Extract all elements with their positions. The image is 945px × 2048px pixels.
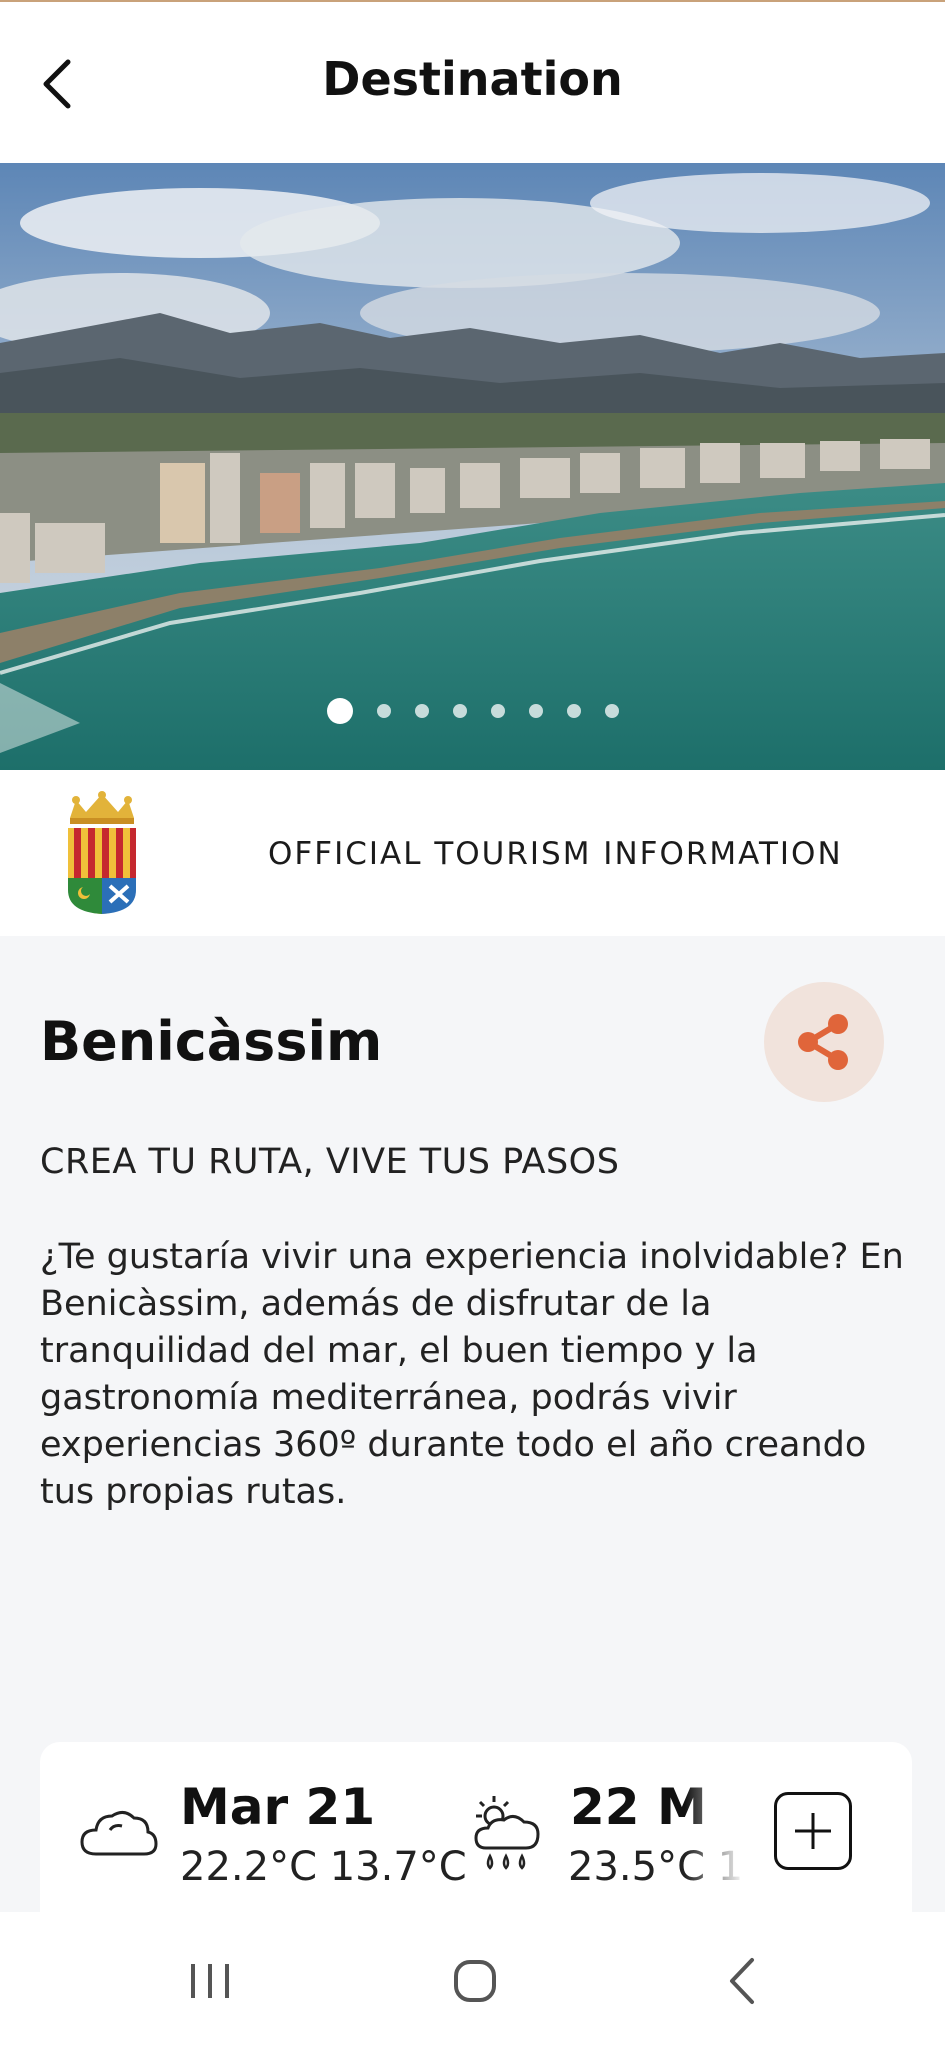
carousel-dot[interactable] — [414, 704, 429, 718]
weather-day-temps: 22.2°C 13.7°C — [180, 1844, 467, 1890]
official-info-banner: OFFICIAL TOURISM INFORMATION — [0, 770, 945, 936]
system-navigation-bar — [0, 1912, 945, 2048]
destination-name: Benicàssim — [40, 1010, 383, 1073]
benicassim-coast-photo — [0, 163, 945, 770]
weather-scroll-fade — [685, 1760, 745, 1910]
back-icon — [730, 1958, 754, 2004]
carousel-dot[interactable] — [376, 704, 391, 718]
destination-image-carousel[interactable] — [0, 163, 945, 770]
home-button[interactable] — [440, 1946, 510, 2016]
destination-subtitle: CREA TU RUTA, VIVE TUS PASOS — [40, 1142, 620, 1182]
system-back-button[interactable] — [708, 1946, 778, 2016]
official-tourism-label: OFFICIAL TOURISM INFORMATION — [268, 836, 843, 872]
sun-cloud-rain-icon — [474, 1796, 540, 1870]
share-icon — [798, 1014, 848, 1070]
page-title: Destination — [322, 52, 623, 106]
share-button[interactable] — [764, 982, 884, 1102]
home-icon — [454, 1960, 496, 2002]
app-header: Destination — [0, 2, 945, 163]
benicassim-coat-of-arms-logo — [68, 791, 136, 914]
add-weather-button[interactable] — [774, 1792, 852, 1870]
carousel-dot[interactable] — [326, 698, 353, 724]
weather-day-date: Mar 21 — [180, 1778, 376, 1836]
recent-apps-button[interactable] — [175, 1946, 245, 2016]
carousel-dot[interactable] — [490, 704, 505, 718]
carousel-dot[interactable] — [566, 704, 581, 718]
carousel-dot[interactable] — [452, 704, 467, 718]
plus-icon — [795, 1813, 831, 1849]
destination-description: ¿Te gustaría vivir una experiencia inolv… — [40, 1237, 904, 1512]
recent-apps-icon — [191, 1964, 229, 1998]
carousel-dot[interactable] — [604, 704, 619, 718]
cloud-icon — [80, 1811, 158, 1856]
carousel-indicator — [0, 698, 945, 724]
carousel-dot[interactable] — [528, 704, 543, 718]
